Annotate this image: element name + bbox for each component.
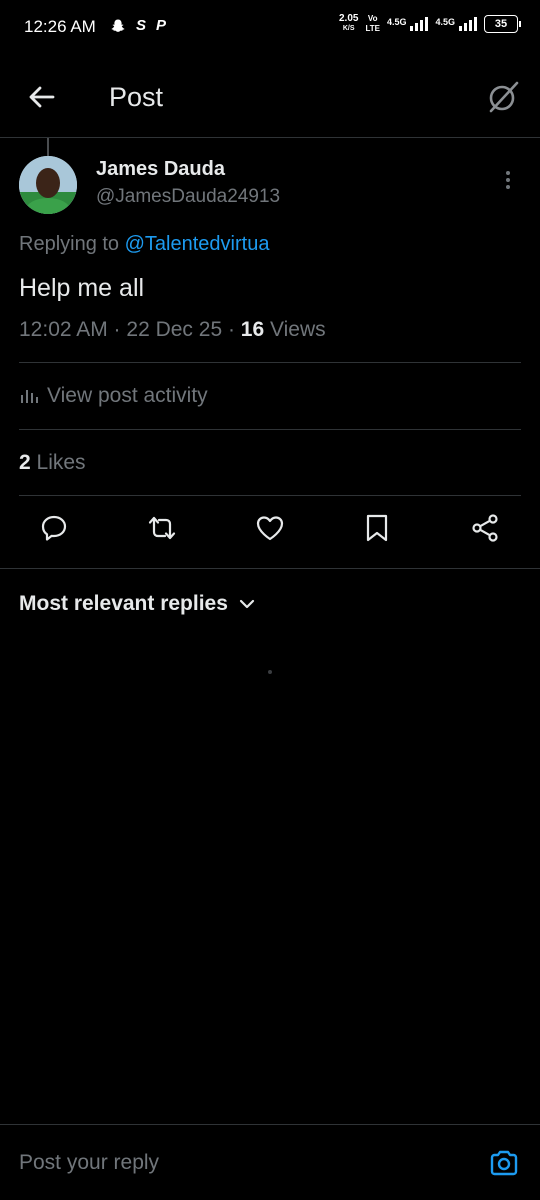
back-arrow-icon[interactable]: [26, 82, 56, 112]
post-timestamp: 12:02 AM · 22 Dec 25 ·: [19, 318, 241, 341]
divider: [19, 495, 521, 496]
avatar[interactable]: [19, 156, 77, 214]
replying-to-line: Replying to @Talentedvirtua: [19, 233, 269, 256]
signal-icon: 4.5G: [435, 17, 477, 31]
battery-icon: 35: [484, 15, 521, 33]
network-speed-unit: K/S: [342, 25, 355, 32]
likes-count: 2: [19, 451, 31, 474]
views-count: 16: [240, 318, 265, 341]
divider: [19, 429, 521, 430]
divider: [0, 568, 540, 569]
thread-connector-line: [47, 138, 49, 156]
replying-to-prefix: Replying to: [19, 233, 120, 255]
battery-level: 35: [494, 18, 508, 30]
post-text: Help me all: [19, 274, 145, 302]
signal-label: 4.5G: [386, 17, 407, 27]
reply-input[interactable]: Post your reply: [19, 1151, 159, 1175]
snapchat-icon: [111, 19, 125, 32]
signal-label: 4.5G: [435, 17, 455, 27]
status-app-p: P: [156, 17, 167, 34]
loading-indicator: [268, 670, 272, 674]
post-action-bar: [0, 512, 540, 552]
status-app-icons: S P: [110, 17, 166, 34]
share-icon[interactable]: [469, 512, 501, 544]
signal-icon: 4.5G: [387, 17, 429, 31]
network-speed-value: 2.05: [338, 13, 359, 24]
status-app-s: S: [136, 17, 147, 34]
reply-icon[interactable]: [38, 512, 70, 544]
volte-bottom: LTE: [365, 24, 380, 33]
status-indicators: 2.05 K/S Vo LTE 4.5G 4.5G 35: [339, 14, 521, 34]
author-display-name[interactable]: James Dauda: [96, 158, 225, 181]
bookmark-icon[interactable]: [361, 512, 393, 544]
replying-to-mention[interactable]: @Talentedvirtua: [125, 233, 270, 255]
grok-icon[interactable]: [486, 80, 520, 114]
author-handle[interactable]: @JamesDauda24913: [96, 186, 280, 208]
status-time: 12:26 AM: [24, 17, 96, 36]
like-icon[interactable]: [254, 512, 286, 544]
likes-label: Likes: [30, 451, 86, 474]
analytics-icon: [21, 390, 38, 403]
camera-icon[interactable]: [488, 1147, 520, 1179]
volte-top: Vo: [367, 14, 378, 23]
chevron-down-icon: [239, 599, 255, 609]
page-title: Post: [109, 82, 164, 112]
view-post-activity-label: View post activity: [47, 384, 208, 407]
reply-composer-bar: Post your reply: [0, 1124, 540, 1200]
repost-icon[interactable]: [146, 512, 178, 544]
replies-sort-dropdown[interactable]: Most relevant replies: [19, 592, 256, 616]
top-app-bar: Post: [0, 56, 540, 138]
status-bar: 12:26 AM S P 2.05 K/S Vo LTE 4.5G 4.5G 3…: [0, 0, 540, 56]
network-speed: 2.05 K/S: [339, 14, 358, 34]
replies-sort-label: Most relevant replies: [19, 592, 228, 615]
post-meta: 12:02 AM · 22 Dec 25 · 16 Views: [19, 318, 326, 342]
view-post-activity-button[interactable]: View post activity: [19, 384, 208, 408]
volte-indicator: Vo LTE: [365, 14, 380, 34]
divider: [19, 362, 521, 363]
more-options-icon[interactable]: [498, 168, 518, 192]
views-label: Views: [264, 318, 326, 341]
avatar-image: [19, 156, 77, 214]
likes-summary[interactable]: 2 Likes: [19, 451, 86, 475]
